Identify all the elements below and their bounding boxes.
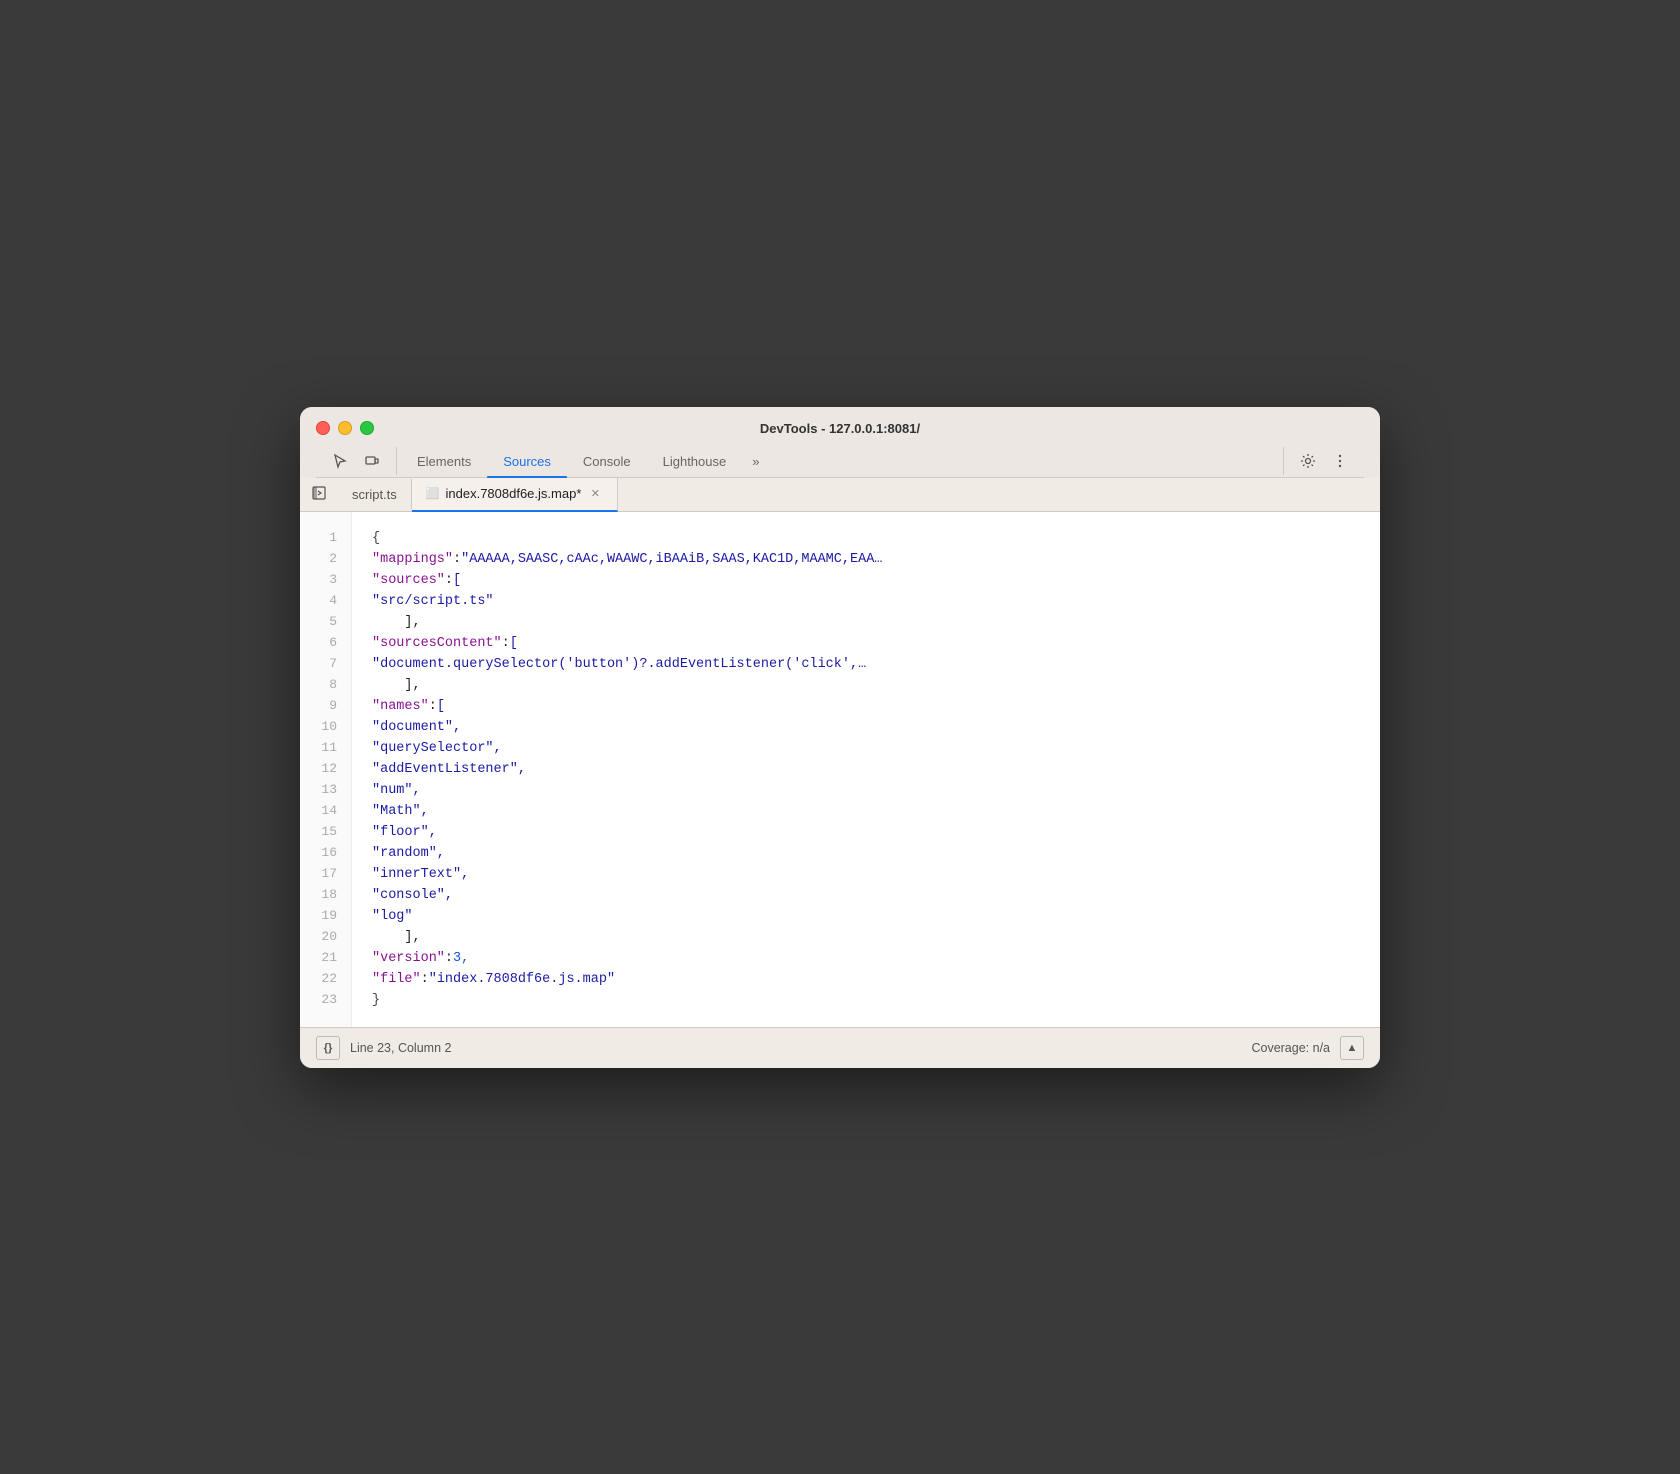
line-number: 8	[300, 675, 351, 696]
line-number: 23	[300, 990, 351, 1011]
close-button[interactable]	[316, 421, 330, 435]
window-title: DevTools - 127.0.0.1:8081/	[316, 421, 1364, 436]
code-line: "floor",	[372, 822, 1380, 843]
code-line: "file":"index.7808df6e.js.map"	[372, 969, 1380, 990]
code-line: "document.querySelector('button')?.addEv…	[372, 654, 1380, 675]
code-line: "sourcesContent":[	[372, 633, 1380, 654]
line-number: 10	[300, 717, 351, 738]
more-tabs-button[interactable]: »	[742, 446, 769, 477]
code-line: "addEventListener",	[372, 759, 1380, 780]
line-number: 14	[300, 801, 351, 822]
line-number: 7	[300, 654, 351, 675]
code-editor: 1234567891011121314151617181920212223 { …	[300, 512, 1380, 1027]
settings-button[interactable]	[1294, 447, 1322, 475]
title-bar: DevTools - 127.0.0.1:8081/ Elements	[300, 407, 1380, 478]
tab-sources[interactable]: Sources	[487, 446, 567, 477]
code-line: "version":3,	[372, 948, 1380, 969]
drawer-button[interactable]: ▲	[1340, 1036, 1364, 1060]
settings-icon	[1300, 453, 1316, 469]
tab-elements[interactable]: Elements	[401, 446, 487, 477]
panel-toggle-icon	[312, 486, 326, 500]
line-number: 19	[300, 906, 351, 927]
code-line: "innerText",	[372, 864, 1380, 885]
cursor-icon	[332, 453, 348, 469]
code-line: "random",	[372, 843, 1380, 864]
code-line: "console",	[372, 885, 1380, 906]
line-number: 17	[300, 864, 351, 885]
line-number: 6	[300, 633, 351, 654]
tab-lighthouse[interactable]: Lighthouse	[647, 446, 743, 477]
code-line: }	[372, 990, 1380, 1011]
line-number: 13	[300, 780, 351, 801]
devtools-window: DevTools - 127.0.0.1:8081/ Elements	[300, 407, 1380, 1068]
close-tab-button[interactable]: ✕	[587, 486, 603, 502]
line-number: 22	[300, 969, 351, 990]
menu-icon	[1332, 453, 1348, 469]
tab-console[interactable]: Console	[567, 446, 647, 477]
nav-left-icons	[316, 447, 397, 475]
traffic-lights	[316, 421, 374, 435]
line-number: 20	[300, 927, 351, 948]
line-number: 1	[300, 528, 351, 549]
code-line: ],	[372, 675, 1380, 696]
line-number: 16	[300, 843, 351, 864]
file-icon: ⬜	[426, 487, 440, 500]
line-number: 18	[300, 885, 351, 906]
line-number: 2	[300, 549, 351, 570]
panel-toggle-button[interactable]	[300, 478, 338, 511]
code-line: "src/script.ts"	[372, 591, 1380, 612]
menu-button[interactable]	[1326, 447, 1354, 475]
code-line: {	[372, 528, 1380, 549]
line-number: 3	[300, 570, 351, 591]
line-number: 5	[300, 612, 351, 633]
line-numbers: 1234567891011121314151617181920212223	[300, 512, 352, 1027]
code-line: "document",	[372, 717, 1380, 738]
line-number: 4	[300, 591, 351, 612]
nav-bar: Elements Sources Console Lighthouse »	[316, 446, 1364, 478]
code-line: "num",	[372, 780, 1380, 801]
format-button[interactable]: {}	[316, 1036, 340, 1060]
code-line: "Math",	[372, 801, 1380, 822]
line-number: 15	[300, 822, 351, 843]
minimize-button[interactable]	[338, 421, 352, 435]
code-line: ],	[372, 612, 1380, 633]
file-tabs: script.ts ⬜ index.7808df6e.js.map* ✕	[300, 478, 1380, 512]
line-number: 11	[300, 738, 351, 759]
status-bar: {} Line 23, Column 2 Coverage: n/a ▲	[300, 1027, 1380, 1068]
code-line: "sources":[	[372, 570, 1380, 591]
code-content[interactable]: { "mappings":"AAAAA,SAASC,cAAc,WAAWC,iBA…	[352, 512, 1380, 1027]
code-line: ],	[372, 927, 1380, 948]
coverage-info: Coverage: n/a	[1251, 1041, 1330, 1055]
line-number: 9	[300, 696, 351, 717]
code-line: "mappings":"AAAAA,SAASC,cAAc,WAAWC,iBAAi…	[372, 549, 1380, 570]
code-line: "log"	[372, 906, 1380, 927]
file-tab-script-ts[interactable]: script.ts	[338, 479, 412, 510]
file-tab-index-map[interactable]: ⬜ index.7808df6e.js.map* ✕	[412, 478, 619, 512]
line-number: 21	[300, 948, 351, 969]
cursor-position: Line 23, Column 2	[350, 1041, 451, 1055]
code-line: "names":[	[372, 696, 1380, 717]
code-line: "querySelector",	[372, 738, 1380, 759]
device-icon-btn[interactable]	[358, 447, 386, 475]
maximize-button[interactable]	[360, 421, 374, 435]
nav-right-icons	[1283, 447, 1364, 475]
cursor-icon-btn[interactable]	[326, 447, 354, 475]
line-number: 12	[300, 759, 351, 780]
device-icon	[364, 453, 380, 469]
